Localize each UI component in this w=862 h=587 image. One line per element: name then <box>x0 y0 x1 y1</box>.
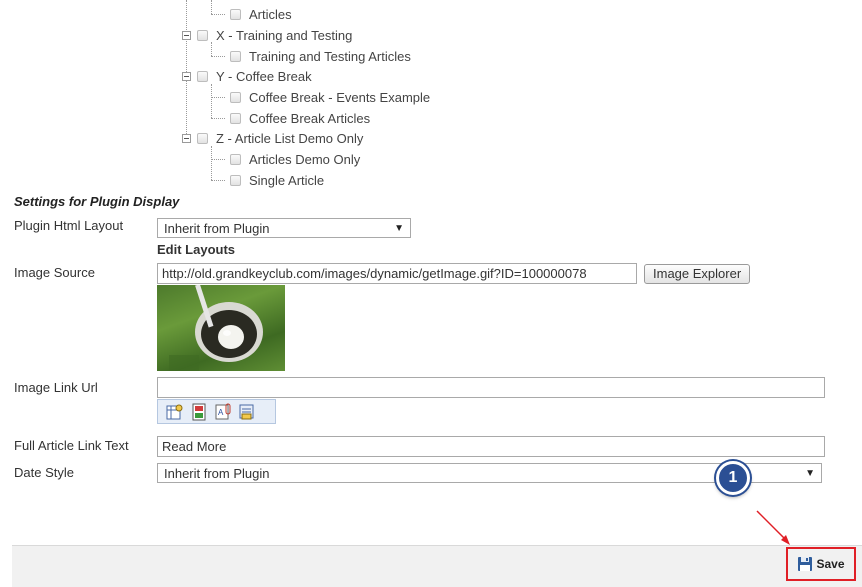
image-source-label: Image Source <box>14 265 95 280</box>
tree-item[interactable]: Training and Testing Articles <box>230 46 411 66</box>
date-style-label: Date Style <box>14 465 74 480</box>
tree-item[interactable]: Articles Demo Only <box>230 149 360 169</box>
tree-connector <box>211 146 212 180</box>
save-button[interactable]: Save <box>786 547 856 581</box>
tree-item-label: Articles <box>249 6 292 22</box>
tree-checkbox[interactable] <box>230 153 241 165</box>
tree-checkbox[interactable] <box>230 112 241 124</box>
tree-checkbox[interactable] <box>197 132 208 144</box>
tree-checkbox[interactable] <box>230 8 241 20</box>
tree-checkbox[interactable] <box>197 29 208 41</box>
tree-item-label: Articles Demo Only <box>249 151 361 167</box>
image-preview <box>157 285 285 371</box>
email-link-icon[interactable] <box>238 403 256 421</box>
tree-connector <box>211 118 225 119</box>
save-button-label: Save <box>816 557 845 571</box>
edit-layouts-link[interactable]: Edit Layouts <box>157 242 235 257</box>
image-link-url-label: Image Link Url <box>14 380 98 395</box>
plugin-html-layout-label: Plugin Html Layout <box>14 218 124 233</box>
floppy-disk-icon <box>798 557 813 571</box>
image-link-url-input[interactable] <box>157 377 825 398</box>
link-toolbar: A <box>157 399 276 424</box>
section-title: Settings for Plugin Display <box>14 194 180 209</box>
tree-checkbox[interactable] <box>230 50 241 62</box>
tree-connector <box>211 14 225 15</box>
image-source-input[interactable]: http://old.grandkeyclub.com/images/dynam… <box>157 263 637 284</box>
category-tree: Articles X - Training and Testing Traini… <box>0 0 862 192</box>
tree-item-label: Y - Coffee Break <box>216 68 312 84</box>
tree-item[interactable]: Single Article <box>230 170 324 190</box>
page-link-icon[interactable] <box>166 403 184 421</box>
step-callout-badge: 1 <box>716 461 750 495</box>
full-article-link-text-input[interactable]: Read More <box>157 436 825 457</box>
collapse-toggle-icon[interactable] <box>182 71 191 81</box>
tree-item-label: Single Article <box>249 172 325 188</box>
plugin-html-layout-select[interactable]: Inherit from Plugin ▼ <box>157 218 411 238</box>
tree-item[interactable]: Coffee Break Articles <box>230 108 370 128</box>
image-explorer-button[interactable]: Image Explorer <box>644 264 751 284</box>
tree-item-label: Coffee Break Articles <box>249 110 371 126</box>
collapse-toggle-icon[interactable] <box>182 30 191 40</box>
svg-text:A: A <box>218 408 224 417</box>
tree-node[interactable]: Z - Article List Demo Only <box>182 128 363 148</box>
tree-item-label: Z - Article List Demo Only <box>216 130 364 146</box>
footer-bar <box>12 545 862 587</box>
tree-checkbox[interactable] <box>197 70 208 82</box>
dropdown-arrow-icon: ▼ <box>805 467 815 479</box>
tree-item-label: Training and Testing Articles <box>249 48 411 64</box>
tree-item-label: X - Training and Testing <box>216 27 353 43</box>
tree-connector <box>211 97 225 98</box>
collapse-toggle-icon[interactable] <box>182 133 191 143</box>
select-value: Inherit from Plugin <box>164 220 270 236</box>
golf-ball-hole-image <box>169 285 263 371</box>
tree-connector <box>211 159 225 160</box>
tree-item-label: Coffee Break - Events Example <box>249 89 431 105</box>
dropdown-arrow-icon: ▼ <box>394 222 404 234</box>
tree-checkbox[interactable] <box>230 91 241 103</box>
tree-checkbox[interactable] <box>230 174 241 186</box>
select-value: Inherit from Plugin <box>164 465 270 481</box>
file-attach-icon[interactable]: A <box>214 403 232 421</box>
tree-connector <box>211 84 212 118</box>
tree-item[interactable]: Articles <box>230 4 292 24</box>
tree-connector <box>211 56 225 57</box>
document-link-icon[interactable] <box>190 403 208 421</box>
tree-connector <box>211 180 225 181</box>
full-article-link-text-label: Full Article Link Text <box>14 438 129 453</box>
tree-item[interactable]: Coffee Break - Events Example <box>230 87 430 107</box>
tree-connector <box>211 0 212 14</box>
tree-node[interactable]: X - Training and Testing <box>182 25 352 45</box>
tree-node[interactable]: Y - Coffee Break <box>182 66 312 86</box>
